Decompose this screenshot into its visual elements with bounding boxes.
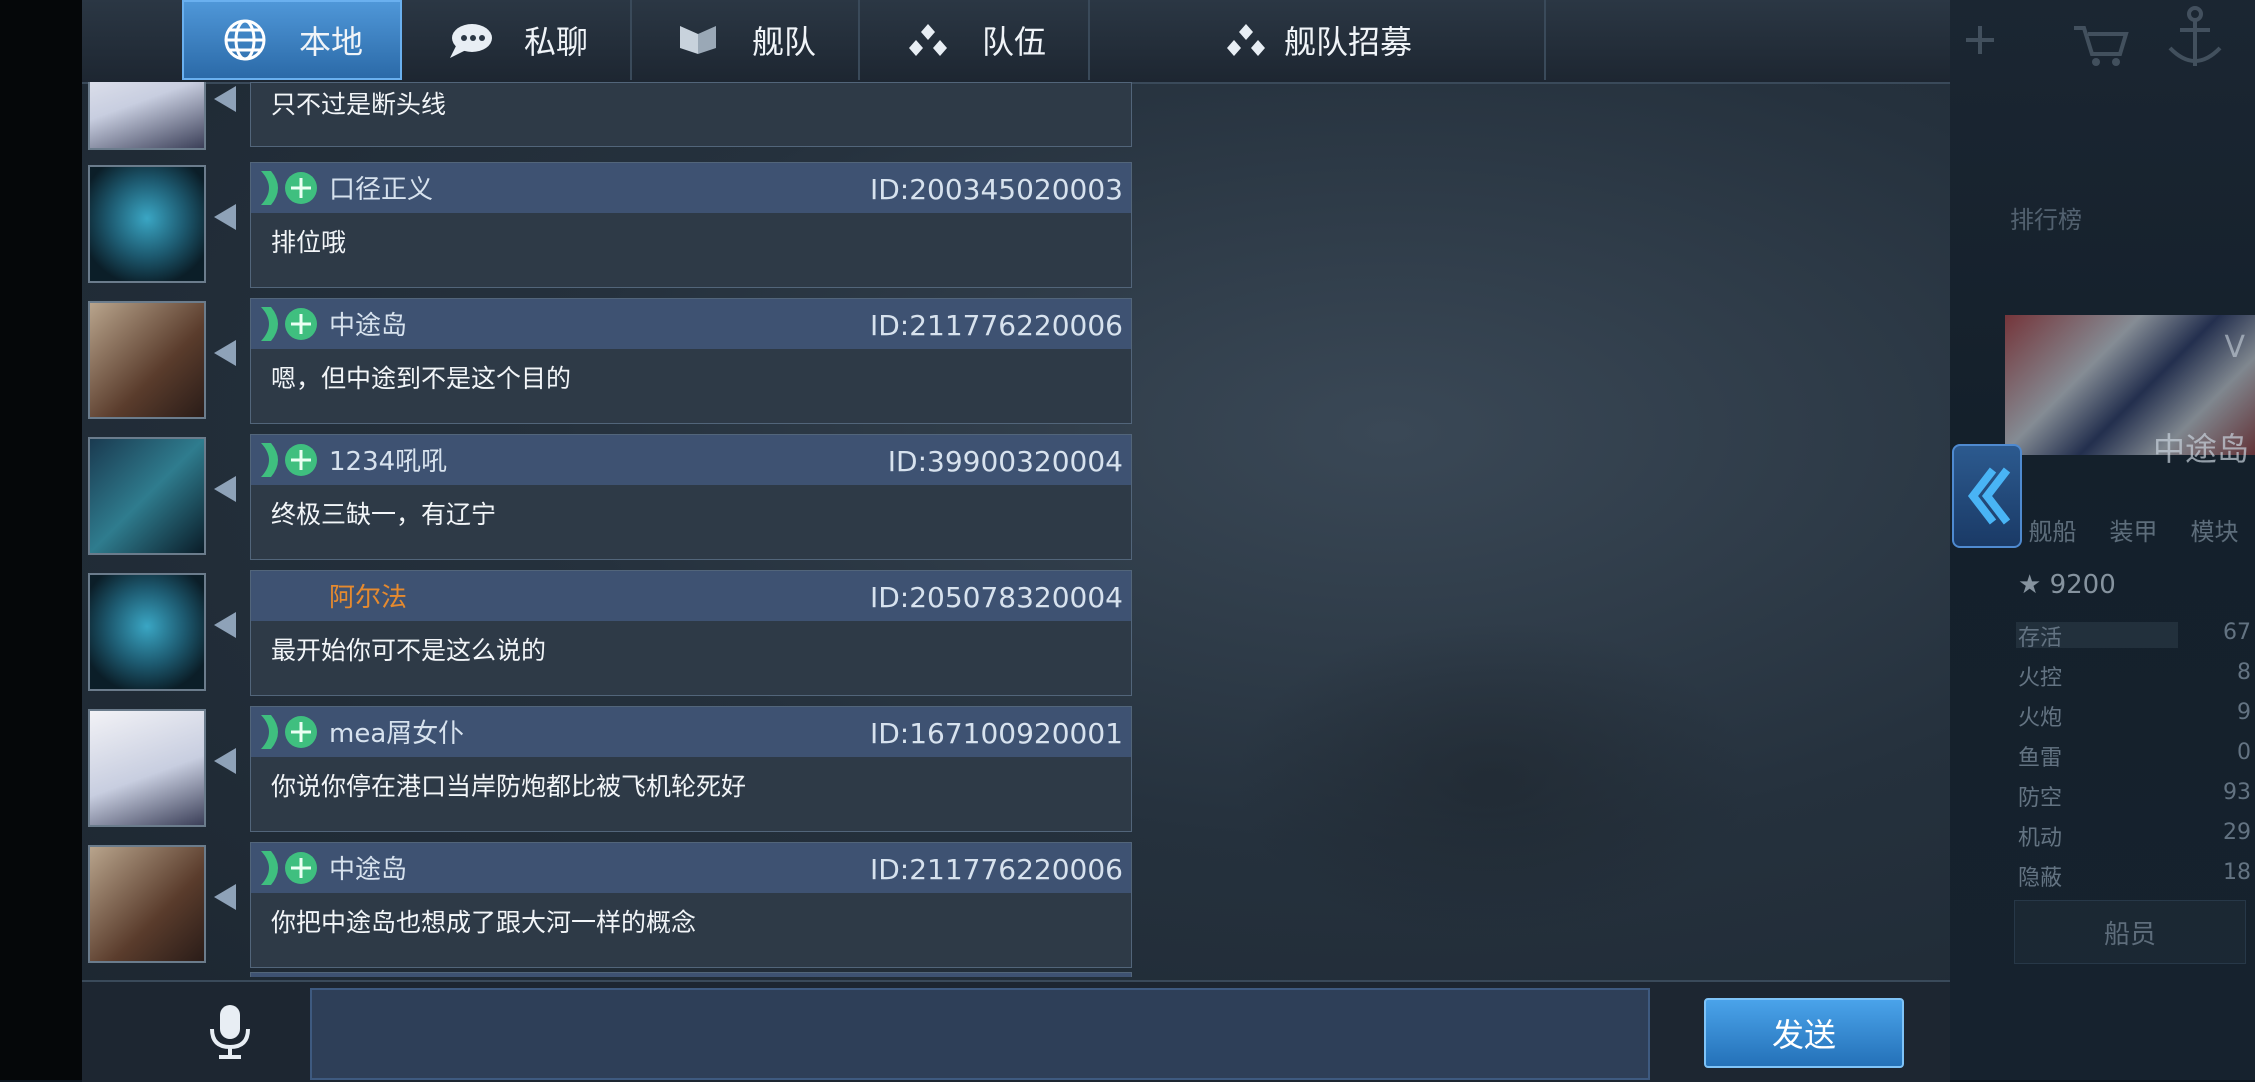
globe-icon [221, 16, 269, 64]
message-text: 最开始你可不是这么说的 [271, 636, 547, 665]
tab-label: 本地 [298, 23, 363, 61]
add-icon [1960, 20, 2000, 64]
chat-input-bar: 发送 [82, 980, 1950, 1082]
message-item: 阿尔法 ID:205078320004 最开始你可不是这么说的 [82, 570, 1132, 696]
rank-badge-icon [259, 169, 321, 207]
message-item: 只不过是断头线 [82, 82, 1132, 150]
rank-badge-icon [259, 849, 321, 887]
sender-name[interactable]: 中途岛 [329, 849, 407, 886]
left-edge [0, 0, 82, 1080]
message-header: 1234吼吼 ID:39900320004 [251, 435, 1131, 485]
message-item: mea屑女仆 ID:167100920001 你说你停在港口当岸防炮都比被飞机轮… [82, 706, 1132, 832]
team-dots-icon [904, 16, 952, 64]
avatar[interactable] [88, 82, 206, 150]
stat-row: 火控 8 [2018, 660, 2251, 691]
microphone-icon[interactable] [202, 1002, 258, 1062]
tab-fleet-recruit[interactable]: 舰队招募 [1090, 0, 1546, 80]
message-bubble: mea屑女仆 ID:167100920001 你说你停在港口当岸防炮都比被飞机轮… [250, 706, 1132, 832]
collapse-chat-button[interactable] [1952, 444, 2022, 548]
sender-name[interactable]: 阿尔法 [329, 577, 407, 614]
send-button[interactable]: 发送 [1704, 998, 1904, 1068]
message-text: 你说你停在港口当岸防炮都比被飞机轮死好 [271, 772, 747, 801]
sender-name[interactable]: 中途岛 [329, 305, 407, 342]
tab-fleet[interactable]: 舰队 [632, 0, 860, 80]
crew-button[interactable]: 船员 [2014, 900, 2246, 964]
sender-name[interactable]: 口径正义 [329, 169, 433, 206]
message-bubble: 口径正义 ID:200345020003 排位哦 [250, 162, 1132, 288]
score-value: 9200 [2049, 570, 2116, 600]
tab-label: 舰队 [751, 23, 816, 61]
sender-id: ID:200345020003 [869, 173, 1123, 206]
avatar[interactable] [88, 165, 206, 283]
tab-team[interactable]: 队伍 [862, 0, 1090, 80]
message-bubble: 只不过是断头线 [250, 82, 1132, 147]
tab-label: 队伍 [981, 23, 1046, 61]
avatar[interactable] [88, 437, 206, 555]
rank-badge-icon [259, 441, 321, 479]
sender-id: ID:211776220006 [869, 853, 1123, 886]
message-item: 中途岛 ID:211776220006 你把中途岛也想成了跟大河一样的概念 [82, 842, 1132, 968]
message-bubble [250, 972, 1132, 977]
anchor-icon [2160, 4, 2230, 78]
message-item: 1234吼吼 ID:39900320004 终极三缺一，有辽宁 [82, 434, 1132, 560]
message-text: 终极三缺一，有辽宁 [271, 500, 497, 529]
message-item: 中途岛 ID:211776220006 嗯，但中途到不是这个目的 [82, 298, 1132, 424]
rank-label: 排行榜 [2010, 206, 2082, 234]
message-text: 排位哦 [271, 228, 347, 257]
sender-id: ID:211776220006 [869, 309, 1123, 342]
avatar[interactable] [88, 301, 206, 419]
tab-label: 舰队招募 [1283, 23, 1412, 61]
ship-class-label: V [2224, 330, 2245, 365]
message-header: 阿尔法 ID:205078320004 [251, 571, 1131, 621]
message-item: 口径正义 ID:200345020003 排位哦 [82, 162, 1132, 288]
stat-row: 防空 93 [2018, 780, 2251, 811]
message-list[interactable]: 只不过是断头线 口径正义 ID:200345020003 排位哦 中途岛 ID:… [82, 82, 1132, 977]
message-header: mea屑女仆 ID:167100920001 [251, 707, 1131, 757]
stat-row: 机动 29 [2018, 820, 2251, 851]
sender-id: ID:167100920001 [869, 717, 1123, 750]
sender-id: ID:205078320004 [869, 581, 1123, 614]
chat-input[interactable] [310, 988, 1650, 1080]
avatar[interactable] [88, 573, 206, 691]
sender-name[interactable]: 1234吼吼 [329, 441, 447, 478]
tab-label: 私聊 [523, 23, 588, 61]
rank-badge-icon [259, 713, 321, 751]
cart-icon [2070, 20, 2130, 74]
stat-row: 火炮 9 [2018, 700, 2251, 731]
rank-badge-icon [259, 305, 321, 343]
avatar[interactable] [88, 709, 206, 827]
chat-tabs: 本地 私聊 舰队 队伍 舰队招募 [82, 0, 1950, 84]
message-bubble: 中途岛 ID:211776220006 你把中途岛也想成了跟大河一样的概念 [250, 842, 1132, 968]
team-dots-icon [1222, 16, 1270, 64]
ship-tab: 舰船 [2028, 518, 2077, 546]
stat-row: 存活 67 [2016, 620, 2251, 651]
message-bubble: 中途岛 ID:211776220006 嗯，但中途到不是这个目的 [250, 298, 1132, 424]
sender-name[interactable]: mea屑女仆 [329, 713, 464, 750]
ship-name: 中途岛 [2152, 430, 2249, 468]
stat-row: 鱼雷 0 [2018, 740, 2251, 771]
message-header: 口径正义 ID:200345020003 [251, 163, 1131, 213]
message-text: 嗯，但中途到不是这个目的 [271, 364, 572, 393]
tab-local[interactable]: 本地 [182, 0, 402, 80]
double-chevron-left-icon [1967, 467, 2011, 525]
sender-id: ID:39900320004 [887, 445, 1123, 478]
message-text: 只不过是断头线 [271, 90, 447, 119]
message-item [82, 972, 1132, 977]
ship-tabs: 舰船 装甲 模块 [2012, 512, 2255, 548]
tab-private[interactable]: 私聊 [404, 0, 632, 80]
message-header: 中途岛 ID:211776220006 [251, 843, 1131, 893]
ship-score: ★ 9200 [2018, 570, 2116, 600]
message-bubble: 阿尔法 ID:205078320004 最开始你可不是这么说的 [250, 570, 1132, 696]
ship-tab: 装甲 [2109, 518, 2158, 546]
message-text: 你把中途岛也想成了跟大河一样的概念 [271, 908, 697, 937]
message-header: 中途岛 ID:211776220006 [251, 299, 1131, 349]
chat-bubble-icon [446, 16, 494, 64]
ship-tab: 模块 [2190, 518, 2239, 546]
stat-row: 隐蔽 18 [2018, 860, 2251, 891]
avatar[interactable] [88, 845, 206, 963]
message-bubble: 1234吼吼 ID:39900320004 终极三缺一，有辽宁 [250, 434, 1132, 560]
fleet-flag-icon [674, 16, 722, 64]
